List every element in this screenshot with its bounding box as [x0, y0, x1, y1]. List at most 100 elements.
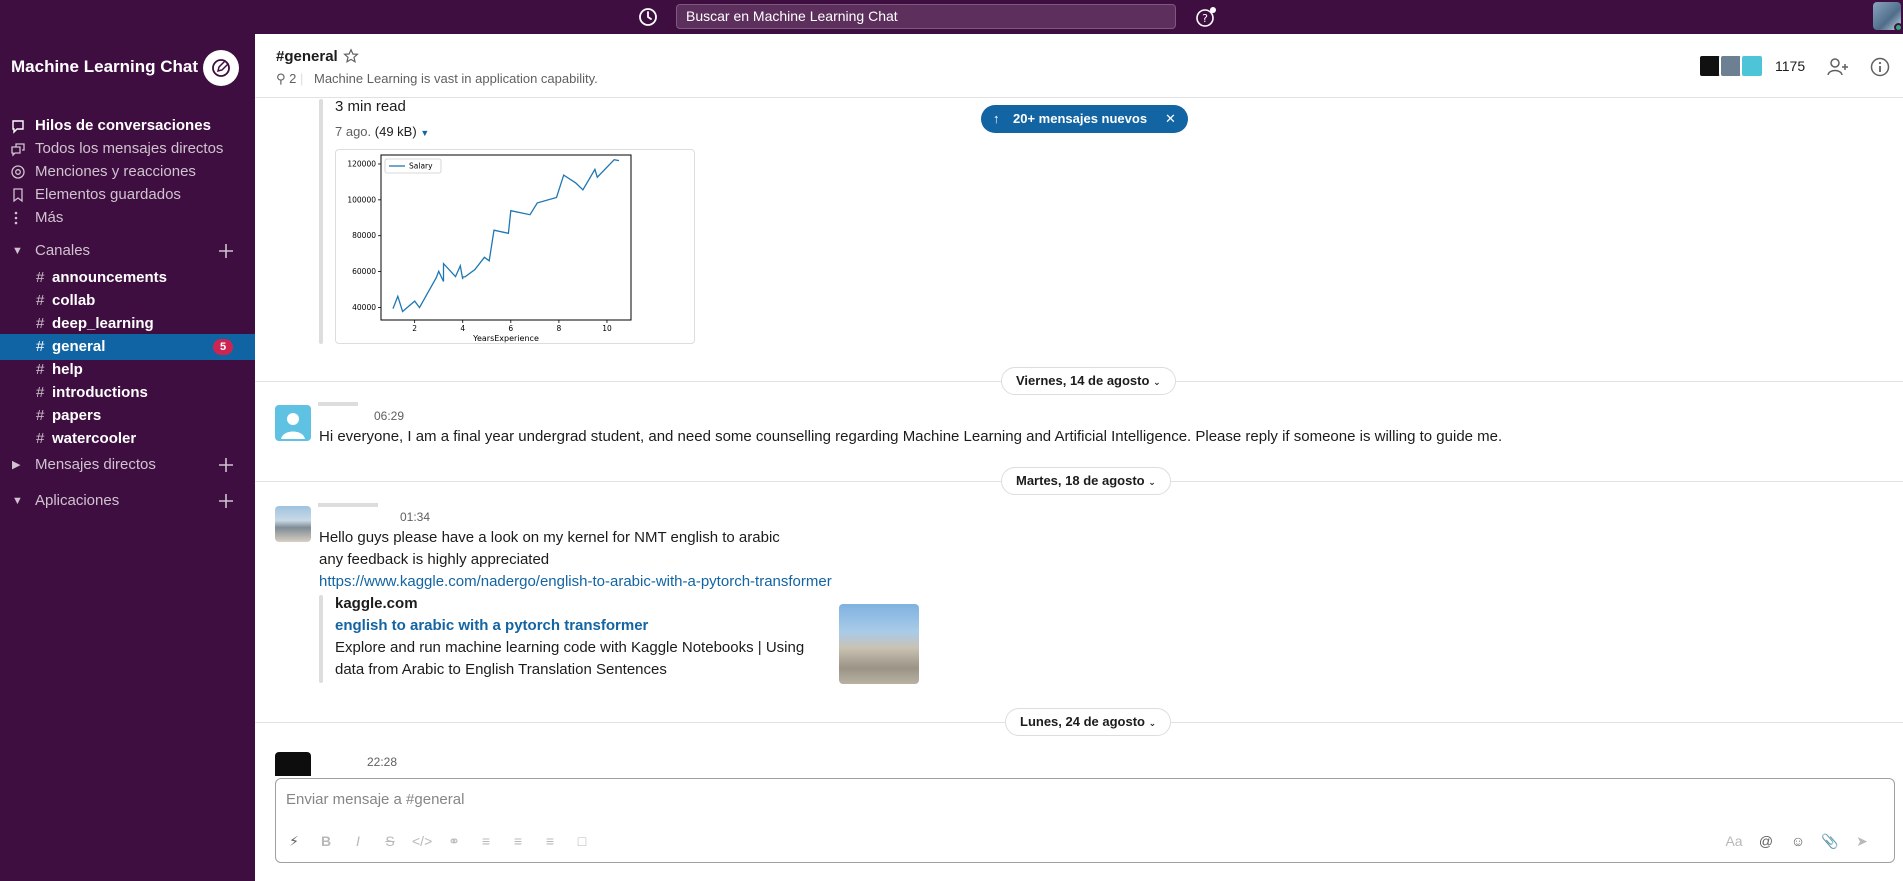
message-link[interactable]: https://www.kaggle.com/nadergo/english-t…	[319, 571, 832, 593]
bulleted-list-icon[interactable]: ≡	[508, 831, 528, 851]
channel-title[interactable]: #general	[276, 48, 338, 65]
code-block-icon[interactable]: □	[572, 831, 592, 851]
default-avatar-icon	[281, 413, 305, 439]
sidebar-item-threads[interactable]: Hilos de conversaciones	[10, 114, 250, 138]
pin-icon: ⚲	[276, 71, 286, 86]
y-tick-label: 80000	[352, 231, 376, 240]
help-icon[interactable]: ?	[1195, 6, 1217, 28]
info-icon[interactable]	[1869, 56, 1891, 78]
caret-down-icon: ▼	[12, 495, 23, 507]
attachment-date: 7 ago.	[335, 124, 372, 139]
top-bar: Buscar en Machine Learning Chat ?	[0, 0, 1903, 34]
x-tick-label: 6	[508, 324, 513, 333]
chevron-down-icon: ⌄	[1153, 377, 1161, 387]
sidebar-item-label: Elementos guardados	[35, 186, 181, 203]
add-dm-icon[interactable]	[216, 452, 236, 478]
add-user-icon[interactable]	[1827, 56, 1849, 78]
formatting-toggle[interactable]: Aa	[1724, 831, 1744, 851]
dm-icon	[11, 143, 25, 157]
emoji-icon[interactable]: ☺	[1788, 831, 1808, 851]
sidebar-item-all-dms[interactable]: Todos los mensajes directos	[10, 137, 250, 161]
day-pill[interactable]: Viernes, 14 de agosto ⌄	[1001, 367, 1176, 395]
user-avatar[interactable]	[1873, 2, 1903, 32]
unfurl-description: data from Arabic to English Translation …	[335, 661, 667, 678]
mention-icon[interactable]: @	[1756, 831, 1776, 851]
code-icon[interactable]: </>	[412, 831, 432, 851]
avatar[interactable]	[275, 405, 311, 441]
workspace-name[interactable]: Machine Learning Chat ⌄	[11, 57, 211, 77]
search-input[interactable]: Buscar en Machine Learning Chat	[676, 4, 1176, 29]
unfurl-title[interactable]: english to arabic with a pytorch transfo…	[335, 615, 648, 637]
x-axis-label: YearsExperience	[472, 334, 539, 343]
sidebar-item-saved[interactable]: Elementos guardados	[10, 183, 250, 207]
caret-down-icon: ▼	[12, 245, 23, 257]
channel-header: #general ⚲ 2 | Machine Learning is vast …	[255, 34, 1903, 98]
link-icon[interactable]: ⚭	[444, 831, 464, 851]
sidebar-item-label: Hilos de conversaciones	[35, 117, 211, 134]
caret-down-icon[interactable]: ▼	[420, 128, 429, 138]
new-messages-label: 20+ mensajes nuevos	[1013, 111, 1148, 126]
attach-icon[interactable]: 📎	[1820, 831, 1840, 851]
add-app-icon[interactable]	[216, 488, 236, 514]
sidebar-item-mentions[interactable]: Menciones y reacciones	[10, 160, 250, 184]
x-tick-label: 8	[556, 324, 561, 333]
sidebar-item-more[interactable]: Más	[10, 206, 250, 230]
member-count[interactable]: 1175	[1775, 58, 1805, 74]
message-composer[interactable]: Enviar mensaje a #general ⚡ B I S </> ⚭ …	[275, 778, 1895, 863]
message-input[interactable]: Enviar mensaje a #general	[286, 791, 464, 808]
message-text: any feedback is highly appreciated	[319, 551, 550, 568]
section-label: Aplicaciones	[35, 492, 120, 509]
x-tick-label: 10	[602, 324, 612, 333]
dm-section[interactable]: ▶ Mensajes directos	[10, 452, 250, 478]
message-list[interactable]: 3 min read 7 ago. (49 kB) ▼ 2 4 6 8 10 40000 6…	[255, 99, 1903, 776]
unfurl-description: Explore and run machine learning code wi…	[335, 639, 805, 656]
italic-icon[interactable]: I	[348, 831, 368, 851]
x-tick-label: 4	[460, 324, 465, 333]
presence-dot	[1894, 23, 1903, 32]
add-channel-icon[interactable]	[216, 238, 236, 264]
avatar[interactable]	[275, 752, 311, 776]
y-tick-label: 120000	[347, 159, 376, 168]
new-messages-button[interactable]: ↑ 20+ mensajes nuevos ✕	[981, 105, 1188, 133]
y-tick-label: 60000	[352, 267, 376, 276]
member-avatar	[1740, 54, 1764, 78]
attachment-quote-bar	[319, 99, 323, 344]
shortcuts-icon[interactable]: ⚡	[284, 831, 304, 851]
bold-icon[interactable]: B	[316, 831, 336, 851]
close-icon[interactable]: ✕	[1165, 105, 1176, 133]
chart-attachment[interactable]: 2 4 6 8 10 40000 60000 80000 100000 120000 YearsEx…	[335, 149, 695, 344]
history-icon[interactable]	[637, 6, 659, 28]
unfurl-thumbnail[interactable]	[839, 604, 919, 684]
star-icon[interactable]	[343, 48, 359, 64]
arrow-up-icon: ↑	[993, 111, 1000, 126]
day-label: Martes, 18 de agosto	[1016, 473, 1145, 488]
message-time[interactable]: 22:28	[367, 755, 397, 769]
channel-topic[interactable]: Machine Learning is vast in application …	[314, 71, 598, 86]
chevron-down-icon: ⌄	[1148, 718, 1157, 728]
more-vertical-icon	[14, 211, 18, 225]
channel-name: watercooler	[52, 430, 137, 447]
blockquote-icon[interactable]: ≡	[540, 831, 560, 851]
message-time[interactable]: 01:34	[400, 510, 430, 524]
channels-section[interactable]: ▼ Canales	[10, 238, 250, 264]
pinned-count[interactable]: ⚲ 2 |	[276, 71, 303, 87]
apps-section[interactable]: ▼ Aplicaciones	[10, 488, 250, 514]
y-tick-label: 100000	[347, 195, 376, 204]
day-pill[interactable]: Martes, 18 de agosto ⌄	[1001, 467, 1171, 495]
day-label: Viernes, 14 de agosto	[1016, 373, 1150, 388]
message-text: Hi everyone, I am a final year undergrad…	[319, 428, 1503, 445]
day-pill[interactable]: Lunes, 24 de agosto ⌄	[1005, 708, 1172, 736]
member-avatars[interactable]	[1698, 54, 1766, 80]
sidebar: Machine Learning Chat ⌄ Hilos de convers…	[0, 34, 255, 881]
compose-button[interactable]	[203, 50, 239, 86]
strikethrough-icon[interactable]: S	[380, 831, 400, 851]
message-time[interactable]: 06:29	[374, 409, 404, 423]
plot-frame	[380, 154, 632, 321]
sidebar-item-watercooler[interactable]: # watercooler	[0, 426, 255, 452]
ordered-list-icon[interactable]: ≡	[476, 831, 496, 851]
y-tick-label: 40000	[352, 303, 376, 312]
sender-name-redacted	[318, 402, 358, 406]
avatar[interactable]	[275, 506, 311, 542]
send-icon[interactable]: ➤	[1852, 831, 1872, 851]
attachment-size: (49 kB)	[374, 124, 417, 139]
